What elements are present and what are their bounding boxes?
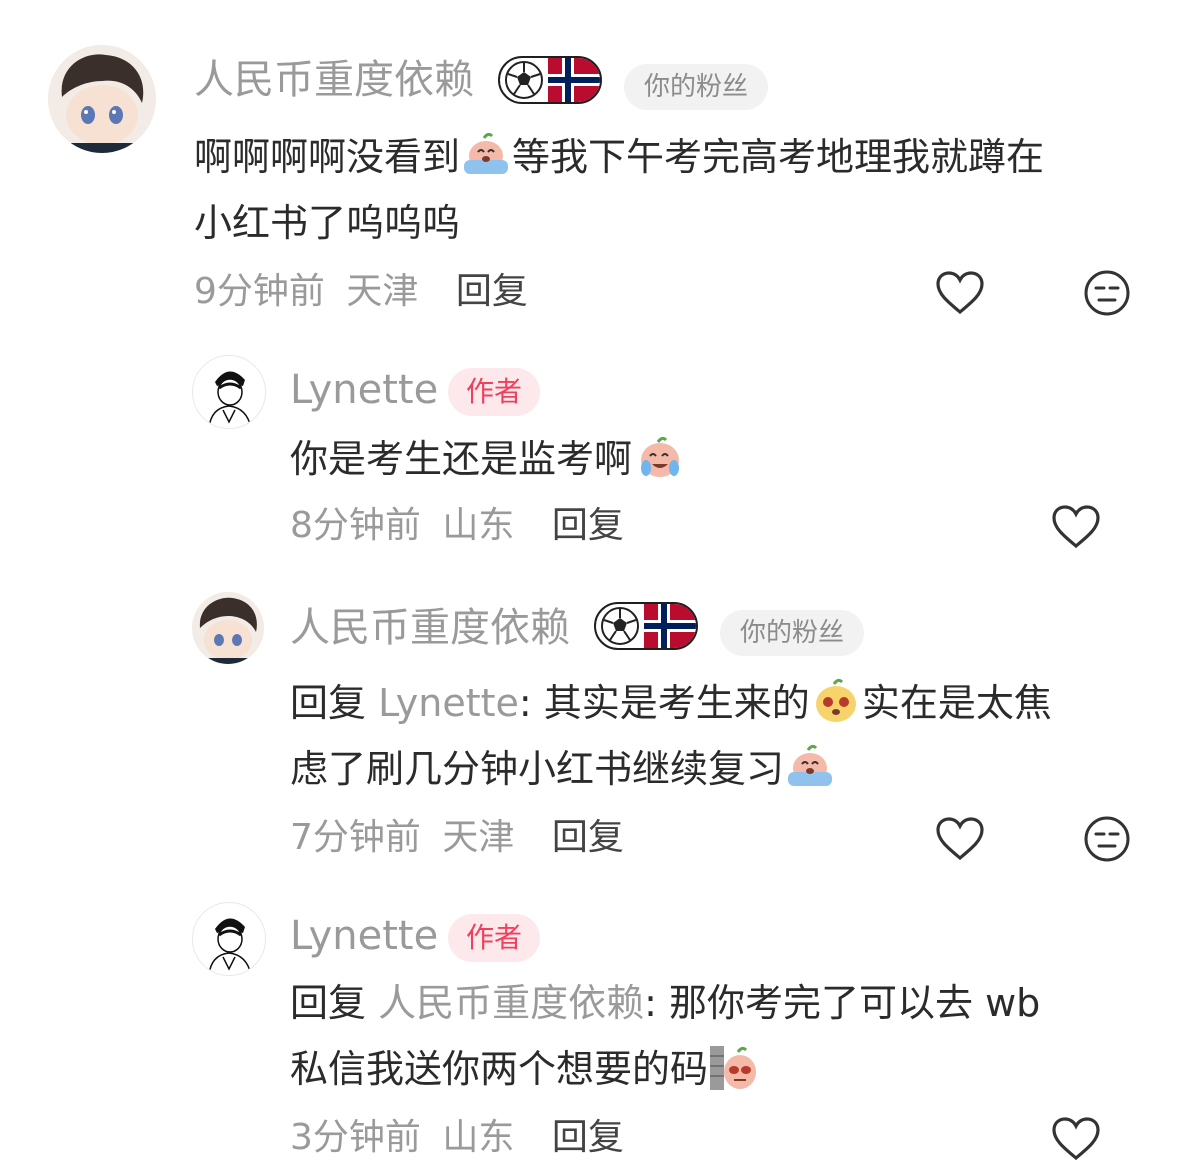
comment-meta: 8分钟前 山东 回复 (290, 508, 624, 544)
like-heart-icon[interactable] (1050, 1116, 1102, 1162)
dislike-face-icon[interactable] (1082, 268, 1132, 318)
avatar[interactable] (192, 902, 266, 976)
author-tag: 作者 (448, 914, 541, 962)
comment-text: 你是考生还是监考啊 (290, 426, 1150, 492)
crying-emoji-icon (784, 742, 836, 790)
comment-username[interactable]: Lynette (290, 370, 438, 410)
comment-location: 山东 (442, 505, 515, 546)
soccer-ball-icon (596, 604, 644, 648)
peeking-wall-emoji-icon (708, 1042, 760, 1090)
comment-time: 8分钟前 (290, 505, 421, 546)
norway-flag-icon (548, 58, 600, 102)
avatar[interactable] (48, 45, 156, 153)
comment-text: 啊啊啊啊没看到 等我下午考完高考地理我就蹲在 小红书了呜呜呜 (194, 124, 1154, 256)
fan-tag: 你的粉丝 (720, 610, 865, 656)
comment-text: 回复 Lynette: 其实是考生来的 实在是太焦 虑了刷几分钟小红书继续复习 (290, 670, 1150, 802)
comment-time: 7分钟前 (290, 817, 421, 858)
comment-meta: 3分钟前 山东 回复 (290, 1120, 624, 1156)
user-badge (498, 56, 602, 104)
soccer-ball-icon (500, 58, 548, 102)
like-heart-icon[interactable] (934, 816, 986, 862)
dislike-face-icon[interactable] (1082, 814, 1132, 864)
comment-location: 天津 (442, 817, 515, 858)
reply-target-username[interactable]: 人民币重度依赖 (378, 981, 644, 1025)
comment-location: 天津 (346, 271, 419, 312)
comment-meta: 9分钟前 天津 回复 (194, 274, 528, 310)
reply-target-username[interactable]: Lynette (378, 681, 519, 725)
shocked-emoji-icon (810, 676, 862, 724)
user-badge (594, 602, 698, 650)
comment-time: 9分钟前 (194, 271, 325, 312)
like-heart-icon[interactable] (934, 270, 986, 316)
fan-tag: 你的粉丝 (624, 64, 769, 110)
comment-time: 3分钟前 (290, 1117, 421, 1158)
comment-username[interactable]: 人民币重度依赖 (194, 60, 474, 100)
avatar[interactable] (192, 592, 264, 664)
avatar[interactable] (192, 355, 266, 429)
reply-button[interactable]: 回复 (552, 1117, 624, 1158)
comment-meta: 7分钟前 天津 回复 (290, 820, 624, 856)
comment-username[interactable]: 人民币重度依赖 (290, 608, 570, 648)
crying-emoji-icon (460, 130, 512, 178)
reply-button[interactable]: 回复 (456, 271, 528, 312)
reply-button[interactable]: 回复 (552, 817, 624, 858)
reply-button[interactable]: 回复 (552, 505, 624, 546)
laughing-tears-emoji-icon (632, 432, 684, 480)
comment-username[interactable]: Lynette (290, 916, 438, 956)
comment-location: 山东 (442, 1117, 515, 1158)
norway-flag-icon (644, 604, 696, 648)
like-heart-icon[interactable] (1050, 504, 1102, 550)
comment-text: 回复 人民币重度依赖: 那你考完了可以去 wb 私信我送你两个想要的码 (290, 981, 1041, 1091)
author-tag: 作者 (448, 368, 541, 416)
